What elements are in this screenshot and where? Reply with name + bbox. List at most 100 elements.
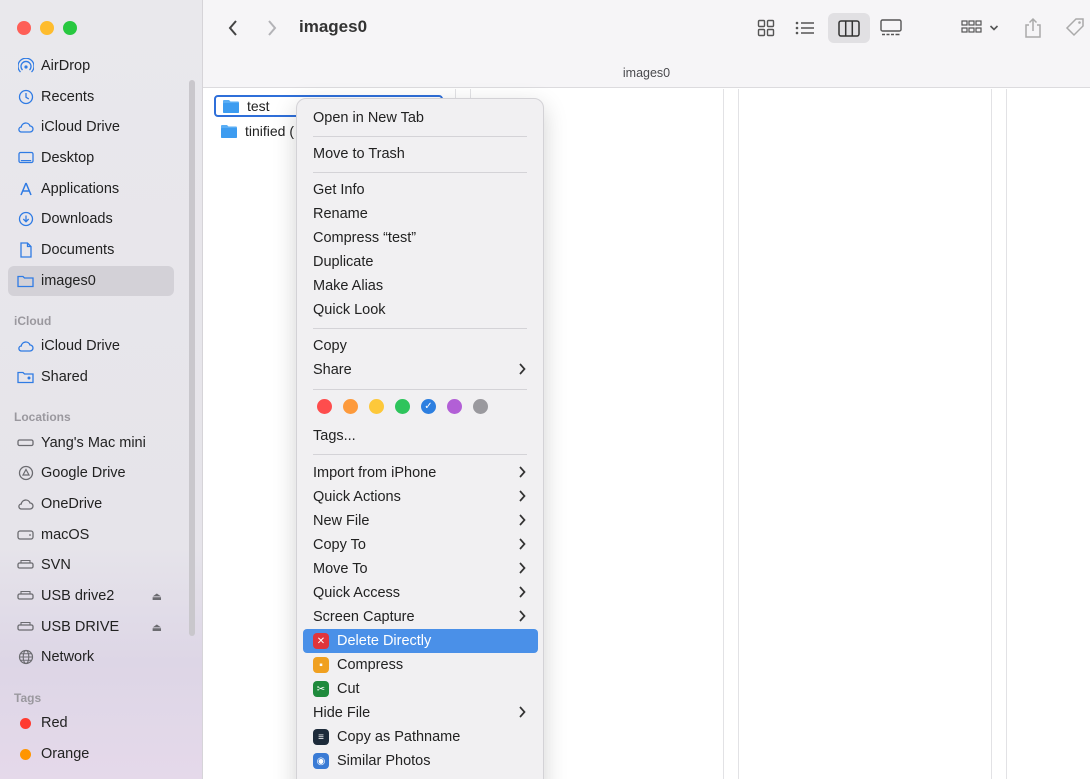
sidebar-scrollbar[interactable] xyxy=(189,80,195,636)
tag-button[interactable] xyxy=(1062,13,1088,43)
column-divider[interactable] xyxy=(723,89,724,779)
menu-item-copy-as-pathname[interactable]: ≡Copy as Pathname xyxy=(303,725,538,749)
menu-item-make-alias[interactable]: Make Alias xyxy=(303,274,538,298)
menu-item-move-to[interactable]: Move To xyxy=(303,557,538,581)
menu-item-screen-capture[interactable]: Screen Capture xyxy=(303,605,538,629)
menu-item-label: Import from iPhone xyxy=(313,465,436,481)
sidebar-item-svn[interactable]: SVN xyxy=(8,550,174,580)
menu-item-label: Quick Access xyxy=(313,585,400,601)
forward-button[interactable] xyxy=(261,13,283,43)
list-icon xyxy=(795,20,815,36)
list-view-button[interactable] xyxy=(791,13,819,43)
sidebar-item-applications[interactable]: Applications xyxy=(8,174,174,204)
sidebar-item-images0[interactable]: images0 xyxy=(8,266,174,296)
computer-icon xyxy=(17,435,34,452)
column-divider[interactable] xyxy=(991,89,992,779)
back-button[interactable] xyxy=(222,13,244,43)
menu-item-similar-photos[interactable]: ◉Similar Photos xyxy=(303,749,538,773)
menu-item-tags[interactable]: Tags... xyxy=(303,424,538,448)
menu-item-label: Compress xyxy=(337,657,403,673)
sidebar: AirDrop Recents iCloud Drive Desktop App… xyxy=(0,0,203,779)
menu-separator xyxy=(313,172,527,173)
column-view-button[interactable] xyxy=(828,13,870,43)
sidebar-item-recents[interactable]: Recents xyxy=(8,82,174,112)
sidebar-item-google-drive[interactable]: Google Drive xyxy=(8,458,174,488)
file-item-tinified[interactable]: tinified ( xyxy=(214,120,294,142)
menu-item-label: Move To xyxy=(313,561,368,577)
menu-item-label: Quick Actions xyxy=(313,489,401,505)
file-name[interactable]: test xyxy=(247,98,270,114)
sidebar-item-label: Google Drive xyxy=(41,465,126,481)
orange-tag-icon xyxy=(17,746,34,763)
menu-item-compress[interactable]: ▪Compress xyxy=(303,653,538,677)
menu-item-copy[interactable]: Copy xyxy=(303,334,538,358)
group-by-button[interactable] xyxy=(958,13,1002,43)
gallery-view-button[interactable] xyxy=(877,13,905,43)
sidebar-item-icloud-drive[interactable]: iCloud Drive xyxy=(8,112,174,142)
sidebar-item-label: Downloads xyxy=(41,211,113,227)
sidebar-section-icloud: iCloud xyxy=(14,314,51,328)
cloud-icon xyxy=(17,496,34,513)
sidebar-item-desktop[interactable]: Desktop xyxy=(8,143,174,173)
sidebar-item-network[interactable]: Network xyxy=(8,642,174,672)
sidebar-item-usb-drive[interactable]: USB DRIVE ⏏ xyxy=(8,612,174,642)
sidebar-item-icloud-drive-2[interactable]: iCloud Drive xyxy=(8,331,174,361)
sidebar-item-tag-red[interactable]: Red xyxy=(8,708,174,738)
menu-separator xyxy=(313,328,527,329)
tag-color-red[interactable] xyxy=(317,399,332,414)
sidebar-item-shared[interactable]: Shared xyxy=(8,362,174,392)
menu-item-quick-access[interactable]: Quick Access xyxy=(303,581,538,605)
close-window-button[interactable] xyxy=(17,21,31,35)
menu-item-import-from-iphone[interactable]: Import from iPhone xyxy=(303,461,538,485)
sidebar-item-macos[interactable]: macOS xyxy=(8,520,174,550)
menu-item-move-to-trash[interactable]: Move to Trash xyxy=(303,142,538,166)
menu-item-open-in-new-tab[interactable]: Open in New Tab xyxy=(303,106,538,130)
network-drive-icon xyxy=(17,588,34,605)
menu-item-hide-file[interactable]: Hide File xyxy=(303,701,538,725)
menu-separator xyxy=(313,136,527,137)
tag-color-green[interactable] xyxy=(395,399,410,414)
icon-view-button[interactable] xyxy=(752,13,780,43)
menu-item-get-info[interactable]: Get Info xyxy=(303,178,538,202)
cloud-icon xyxy=(17,338,34,355)
menu-item-new-file[interactable]: New File xyxy=(303,509,538,533)
download-icon xyxy=(17,211,34,228)
menu-item-quick-actions[interactable]: Quick Actions xyxy=(303,485,538,509)
menu-separator xyxy=(313,389,527,390)
chevron-right-icon xyxy=(518,465,526,479)
menu-item-compress-test[interactable]: Compress “test” xyxy=(303,226,538,250)
sidebar-item-tag-orange[interactable]: Orange xyxy=(8,739,174,769)
sidebar-item-downloads[interactable]: Downloads xyxy=(8,204,174,234)
sidebar-item-documents[interactable]: Documents xyxy=(8,235,174,265)
menu-item-delete-directly[interactable]: ✕Delete Directly xyxy=(303,629,538,653)
sidebar-item-usb-drive2[interactable]: USB drive2 ⏏ xyxy=(8,581,174,611)
share-button[interactable] xyxy=(1020,13,1046,43)
zoom-window-button[interactable] xyxy=(63,21,77,35)
columns-icon xyxy=(838,20,860,37)
sidebar-item-label: SVN xyxy=(41,557,71,573)
menu-item-label: Copy as Pathname xyxy=(337,729,460,745)
eject-icon[interactable]: ⏏ xyxy=(152,621,162,634)
tag-color-yellow[interactable] xyxy=(369,399,384,414)
sidebar-item-label: macOS xyxy=(41,527,89,543)
menu-item-cut[interactable]: ✂Cut xyxy=(303,677,538,701)
menu-item-quick-look[interactable]: Quick Look xyxy=(303,298,538,322)
menu-item-label: Similar Photos xyxy=(337,753,430,769)
tag-color-orange[interactable] xyxy=(343,399,358,414)
sidebar-item-airdrop[interactable]: AirDrop xyxy=(8,51,174,81)
menu-item-duplicate[interactable]: Duplicate xyxy=(303,250,538,274)
menu-item-rename[interactable]: Rename xyxy=(303,202,538,226)
eject-icon[interactable]: ⏏ xyxy=(152,590,162,603)
sidebar-item-onedrive[interactable]: OneDrive xyxy=(8,489,174,519)
sidebar-item-label: Network xyxy=(41,649,94,665)
column-divider[interactable] xyxy=(738,89,739,779)
column-divider[interactable] xyxy=(1006,89,1007,779)
sidebar-item-mac-mini[interactable]: Yang's Mac mini xyxy=(8,428,174,458)
tag-color-blue[interactable]: ✓ xyxy=(421,399,436,414)
minimize-window-button[interactable] xyxy=(40,21,54,35)
tag-color-purple[interactable] xyxy=(447,399,462,414)
menu-item-copy-to[interactable]: Copy To xyxy=(303,533,538,557)
menu-item-share[interactable]: Share xyxy=(303,358,538,382)
chevron-right-icon xyxy=(267,19,277,37)
tag-color-gray[interactable] xyxy=(473,399,488,414)
